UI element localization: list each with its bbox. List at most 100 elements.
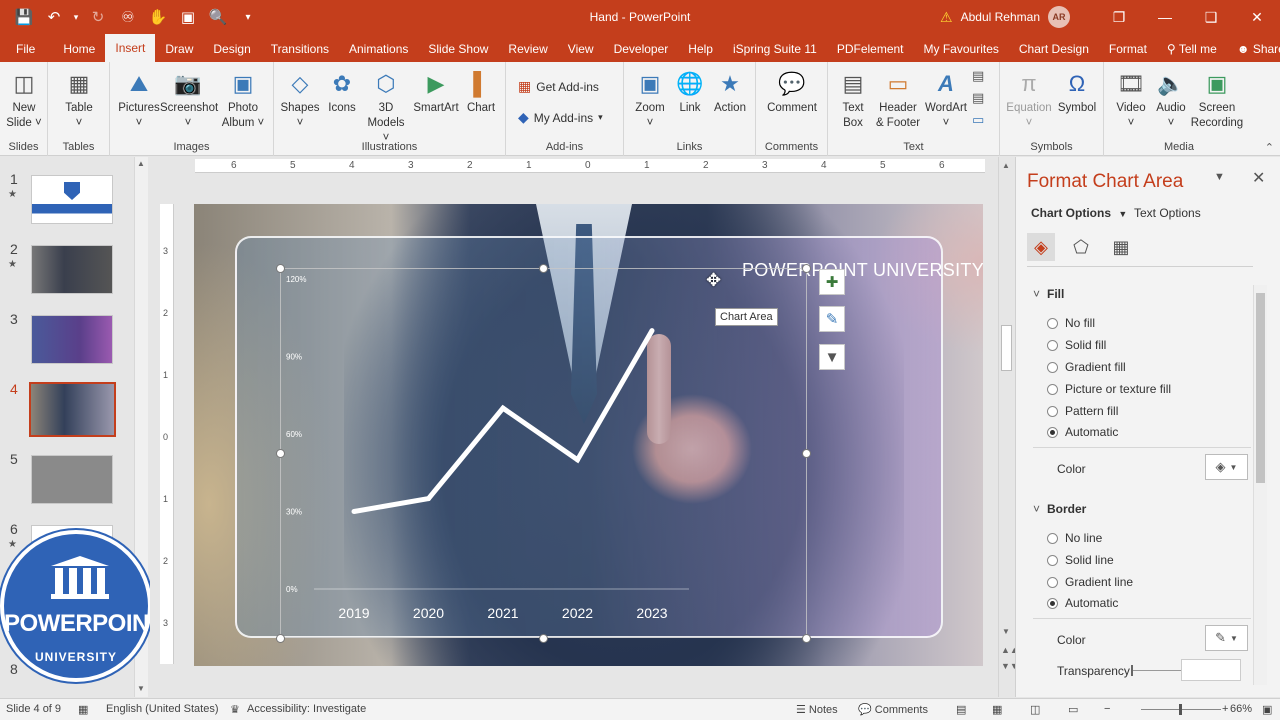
fill-option-solid[interactable]: Solid fill — [1047, 338, 1106, 352]
resize-handle-bottom-left[interactable] — [276, 634, 285, 643]
table-button[interactable]: ▦ Table ˅ — [59, 68, 99, 131]
new-slide-button[interactable]: ◫ New Slide ˅ — [4, 68, 44, 131]
normal-view-icon[interactable]: ▤ — [956, 703, 966, 716]
restore-icon[interactable]: ❑ — [1188, 0, 1234, 34]
zoom-level[interactable]: 66% — [1230, 703, 1252, 715]
redo-icon[interactable]: ↻ — [84, 3, 112, 31]
zoom-out-icon[interactable]: − — [1104, 703, 1110, 715]
tab-draw[interactable]: Draw — [155, 36, 203, 62]
resize-handle-top-right[interactable] — [802, 264, 811, 273]
language[interactable]: English (United States) — [106, 703, 219, 715]
chart-elements-button[interactable]: ✚ — [819, 269, 845, 295]
warning-icon[interactable]: ⚠ — [940, 9, 953, 26]
scroll-down-icon[interactable]: ▼ — [137, 684, 145, 693]
fill-option-pattern[interactable]: Pattern fill — [1047, 404, 1118, 418]
date-time-icon[interactable]: ▤ — [972, 68, 984, 84]
spelling-icon[interactable]: ▦ — [78, 703, 88, 716]
presenter-icon[interactable]: ♾ — [114, 3, 142, 31]
save-icon[interactable]: 💾 — [10, 3, 38, 31]
slideshow-icon[interactable]: ▣ — [174, 3, 202, 31]
tab-design[interactable]: Design — [203, 36, 260, 62]
wordart-button[interactable]: A WordArt ˅ — [924, 68, 968, 131]
screenshot-button[interactable]: 📷 Screenshot ˅ — [160, 68, 218, 131]
undo-dropdown-icon[interactable]: ▾ — [70, 3, 82, 31]
3d-models-button[interactable]: ⬡ 3D Models ˅ — [364, 68, 408, 146]
scroll-up-icon[interactable]: ▲ — [1002, 161, 1010, 170]
shapes-button[interactable]: ◇ Shapes ˅ — [280, 68, 320, 131]
radio-button[interactable] — [1047, 532, 1058, 544]
photo-album-button[interactable]: ▣ Photo Album ˅ — [218, 68, 268, 131]
border-option-automatic[interactable]: Automatic — [1047, 596, 1118, 610]
tab-animations[interactable]: Animations — [339, 36, 418, 62]
screen-recording-button[interactable]: ▣ Screen Recording — [1190, 68, 1244, 131]
transparency-input[interactable] — [1181, 659, 1241, 681]
print-preview-icon[interactable]: 🔍 — [204, 3, 232, 31]
chart-filters-button[interactable]: ▼ — [819, 344, 845, 370]
border-section-header[interactable]: ˅ Border — [1033, 502, 1086, 516]
zoom-slider[interactable] — [1141, 704, 1221, 715]
comments-button[interactable]: 💬 Comments — [858, 703, 928, 716]
border-option-gradient[interactable]: Gradient line — [1047, 575, 1133, 589]
tab-help[interactable]: Help — [678, 36, 723, 62]
fill-section-header[interactable]: ˅ Fill — [1033, 287, 1064, 301]
tab-chart-design[interactable]: Chart Design — [1009, 36, 1099, 62]
tab-insert[interactable]: Insert — [105, 34, 156, 62]
pane-scrollbar-thumb[interactable] — [1256, 293, 1265, 483]
fill-option-gradient[interactable]: Gradient fill — [1047, 360, 1126, 374]
slide-count[interactable]: Slide 4 of 9 — [6, 703, 61, 715]
close-window-icon[interactable]: ✕ — [1234, 0, 1280, 34]
my-addins-button[interactable]: ◆ My Add-ins ▾ — [518, 109, 603, 126]
radio-button[interactable] — [1047, 383, 1058, 395]
canvas-scrollbar[interactable]: ▲ ▼ ▲▲ ▼▼ — [998, 157, 1019, 697]
tab-format[interactable]: Format — [1099, 36, 1157, 62]
fill-line-icon[interactable]: ◈ — [1027, 233, 1055, 261]
resize-handle-left[interactable] — [276, 449, 285, 458]
ribbon-display-icon[interactable]: ❐ — [1096, 0, 1142, 34]
comment-button[interactable]: 💬 Comment — [762, 68, 822, 116]
slide-thumbnail-1[interactable] — [31, 175, 113, 224]
slide-number-icon[interactable]: ▤ — [972, 90, 984, 106]
resize-handle-top[interactable] — [539, 264, 548, 273]
slideshow-view-icon[interactable]: ▭ — [1068, 703, 1078, 716]
border-option-solid[interactable]: Solid line — [1047, 553, 1114, 567]
reading-view-icon[interactable]: ◫ — [1030, 703, 1040, 716]
radio-button-selected[interactable] — [1047, 426, 1058, 438]
touch-mode-icon[interactable]: ✋ — [144, 3, 172, 31]
resize-handle-bottom[interactable] — [539, 634, 548, 643]
tab-view[interactable]: View — [558, 36, 604, 62]
accessibility-status[interactable]: Accessibility: Investigate — [247, 703, 366, 715]
minimize-icon[interactable]: — — [1142, 0, 1188, 34]
icons-button[interactable]: ✿ Icons — [322, 68, 362, 116]
header-footer-button[interactable]: ▭ Header & Footer — [872, 68, 924, 131]
tab-my-favourites[interactable]: My Favourites — [914, 36, 1009, 62]
radio-button[interactable] — [1047, 405, 1058, 417]
radio-button[interactable] — [1047, 554, 1058, 566]
user-name[interactable]: Abdul Rehman — [961, 10, 1040, 24]
radio-button[interactable] — [1047, 339, 1058, 351]
audio-button[interactable]: 🔈 Audio ˅ — [1152, 68, 1190, 131]
tab-developer[interactable]: Developer — [604, 36, 679, 62]
fill-option-picture[interactable]: Picture or texture fill — [1047, 382, 1171, 396]
equation-button[interactable]: π Equation ˅ — [1004, 68, 1054, 131]
tab-text-options[interactable]: Text Options — [1134, 206, 1201, 220]
tab-tell-me[interactable]: ⚲ Tell me — [1157, 36, 1227, 62]
accessibility-icon[interactable]: ♛ — [230, 703, 240, 716]
tab-review[interactable]: Review — [498, 36, 557, 62]
link-button[interactable]: 🌐 Link — [672, 68, 708, 116]
object-icon[interactable]: ▭ — [972, 112, 984, 128]
slide-thumbnail-5[interactable] — [31, 455, 113, 504]
scroll-up-icon[interactable]: ▲ — [137, 159, 145, 168]
border-color-button[interactable]: ✎ ▼ — [1205, 625, 1248, 651]
slide-thumbnail-4[interactable] — [29, 382, 116, 437]
radio-button[interactable] — [1047, 576, 1058, 588]
scrollbar-thumb[interactable] — [1001, 325, 1012, 371]
scroll-down-icon[interactable]: ▼ — [1002, 627, 1010, 636]
avatar[interactable]: AR — [1048, 6, 1070, 28]
get-addins-button[interactable]: ▦ Get Add-ins — [518, 78, 599, 95]
resize-handle-top-left[interactable] — [276, 264, 285, 273]
tab-home[interactable]: Home — [53, 36, 105, 62]
customize-qa-icon[interactable]: ▾ — [234, 3, 262, 31]
video-button[interactable]: 🎞 Video ˅ — [1112, 68, 1150, 131]
slide-thumbnail-3[interactable] — [31, 315, 113, 364]
radio-button[interactable] — [1047, 361, 1058, 373]
